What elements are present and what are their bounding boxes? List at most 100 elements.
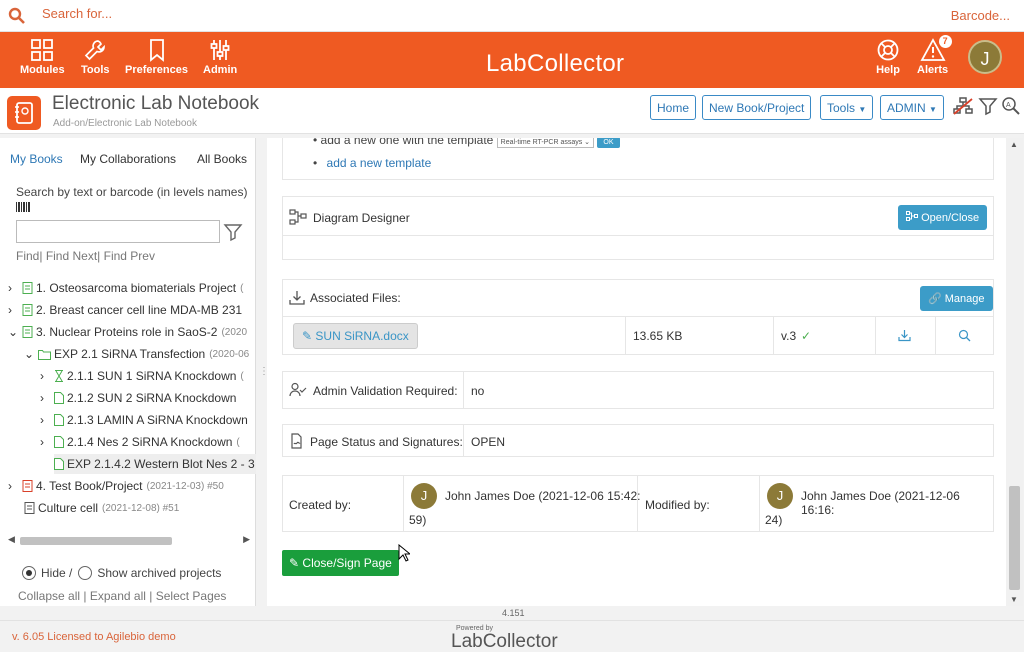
tree-item[interactable]: › 2.1.4 Nes 2 SiRNA Knockdown( bbox=[40, 432, 240, 452]
show-archived-label: Show archived projects bbox=[97, 566, 222, 580]
associated-files-title: Associated Files: bbox=[310, 291, 401, 305]
page-title: Electronic Lab Notebook bbox=[52, 93, 260, 114]
scroll-up-icon[interactable]: ▲ bbox=[1010, 140, 1018, 149]
page-icon bbox=[54, 414, 64, 426]
divider bbox=[759, 476, 760, 531]
scrollbar-thumb[interactable] bbox=[1009, 486, 1020, 590]
tree-item[interactable]: ⌄ 3. Nuclear Proteins role in SaoS-2 (2020 bbox=[8, 322, 247, 342]
tree-search-input[interactable] bbox=[16, 220, 220, 243]
breadcrumb[interactable]: Add-on/Electronic Lab Notebook bbox=[53, 118, 197, 129]
template-ok-button[interactable]: OK bbox=[597, 138, 620, 148]
find-next-link[interactable]: Find Next| bbox=[46, 249, 100, 263]
page-icon bbox=[54, 458, 64, 470]
chevron-right-icon[interactable]: › bbox=[40, 435, 50, 449]
tab-my-collaborations[interactable]: My Collaborations bbox=[80, 152, 176, 166]
select-pages-link[interactable]: Select Pages bbox=[156, 589, 227, 603]
archive-toggle: Hide / Show archived projects bbox=[22, 566, 221, 580]
admin-validation-value: no bbox=[471, 384, 485, 398]
alerts-count-badge: 7 bbox=[938, 35, 952, 48]
search-icon[interactable] bbox=[958, 329, 971, 342]
home-button[interactable]: Home bbox=[650, 95, 697, 120]
new-book-project-button[interactable]: New Book/Project bbox=[702, 95, 812, 120]
bullet: • bbox=[313, 138, 318, 147]
user-avatar[interactable]: J bbox=[968, 40, 1002, 74]
barcode-icon bbox=[16, 202, 30, 212]
tab-my-books[interactable]: My Books bbox=[10, 152, 63, 166]
content-vertical-scrollbar[interactable]: ▲ ▼ bbox=[1006, 138, 1023, 606]
nav-admin-label: Admin bbox=[203, 64, 238, 76]
modified-by-label: Modified by: bbox=[645, 498, 710, 512]
signatures-row: Created by: J John James Doe (2021-12-06… bbox=[282, 475, 994, 532]
nav-modules-button[interactable]: Modules bbox=[20, 38, 65, 76]
tree-filter-icon[interactable] bbox=[223, 222, 243, 242]
find-prev-link[interactable]: Find Prev bbox=[104, 249, 155, 263]
notebook-sidebar: My Books My Collaborations All Books Sea… bbox=[0, 138, 256, 606]
hierarchy-off-icon[interactable] bbox=[953, 96, 973, 116]
chevron-right-icon[interactable]: › bbox=[8, 281, 18, 295]
nav-preferences-label: Preferences bbox=[125, 64, 188, 76]
tree-item[interactable]: › 1. Osteosarcoma biomaterials Project( bbox=[8, 278, 243, 298]
show-archived-radio[interactable] bbox=[78, 566, 93, 580]
scroll-down-icon[interactable]: ▼ bbox=[1010, 595, 1018, 604]
tree-item-selected[interactable]: EXP 2.1.4.2 Western Blot Nes 2 - 3 bbox=[54, 454, 256, 474]
chevron-right-icon[interactable]: › bbox=[40, 391, 50, 405]
tree-actions: Collapse all | Expand all | Select Pages bbox=[18, 589, 226, 603]
page-footer: v. 6.05 Licensed to Agilebio demo Powere… bbox=[0, 620, 1024, 652]
chevron-right-icon[interactable]: › bbox=[40, 369, 50, 383]
nav-alerts-button[interactable]: 7 Alerts bbox=[917, 35, 952, 76]
bookmark-icon bbox=[149, 39, 164, 62]
nav-admin-button[interactable]: Admin bbox=[203, 38, 237, 76]
hide-archived-radio[interactable] bbox=[22, 566, 36, 580]
filter-icon[interactable] bbox=[978, 96, 998, 116]
notebook-app-icon bbox=[7, 96, 41, 130]
admin-dropdown-button[interactable]: ADMIN ▼ bbox=[880, 95, 944, 120]
search-icon[interactable] bbox=[8, 7, 26, 25]
collapse-all-link[interactable]: Collapse all bbox=[18, 589, 80, 603]
page-icon bbox=[54, 436, 64, 448]
tree-item-meta: ( bbox=[240, 370, 244, 382]
file-link[interactable]: ✎ SUN SiRNA.docx bbox=[293, 323, 418, 349]
close-sign-page-button[interactable]: ✎ Close/Sign Page bbox=[282, 550, 399, 576]
book-red-icon bbox=[22, 480, 33, 492]
chevron-right-icon[interactable]: › bbox=[8, 303, 18, 317]
close-sign-label: Close/Sign Page bbox=[302, 556, 392, 570]
page-status-row: Page Status and Signatures: OPEN bbox=[282, 424, 994, 457]
chevron-right-icon[interactable]: › bbox=[8, 479, 18, 493]
add-template-link[interactable]: add a new template bbox=[327, 156, 432, 170]
expand-all-link[interactable]: Expand all bbox=[90, 589, 146, 603]
tab-all-books[interactable]: All Books bbox=[197, 152, 247, 166]
scroll-right-icon[interactable]: ▶ bbox=[243, 534, 250, 545]
chevron-right-icon[interactable]: › bbox=[40, 413, 50, 427]
tree-item[interactable]: Culture cell (2021-12-08) #51 bbox=[24, 498, 179, 518]
search-advanced-icon[interactable]: A bbox=[1001, 96, 1021, 116]
tree-item-label: 2.1.2 SUN 2 SiRNA Knockdown bbox=[67, 391, 237, 405]
tree-horizontal-scrollbar[interactable]: ◀ ▶ bbox=[8, 534, 250, 546]
manage-files-button[interactable]: 🔗 Manage bbox=[920, 286, 993, 311]
tree-item[interactable]: › 2.1.1 SUN 1 SiRNA Knockdown( bbox=[40, 366, 244, 386]
download-icon[interactable] bbox=[898, 329, 911, 342]
nav-help-button[interactable]: Help bbox=[876, 38, 900, 76]
template-select[interactable]: Real-time RT-PCR assays ⌄ bbox=[496, 138, 595, 148]
chevron-down-icon[interactable]: ⌄ bbox=[8, 325, 18, 339]
tree-item-label: 2.1.1 SUN 1 SiRNA Knockdown bbox=[67, 369, 237, 383]
find-links: Find| Find Next| Find Prev bbox=[16, 249, 155, 263]
tools-dropdown-button[interactable]: Tools ▼ bbox=[820, 95, 874, 120]
tree-item[interactable]: › 4. Test Book/Project (2021-12-03) #50 bbox=[8, 476, 224, 496]
footer-logo: LabCollector bbox=[451, 631, 558, 652]
find-link[interactable]: Find| bbox=[16, 249, 42, 263]
barcode-input[interactable]: Barcode... bbox=[951, 8, 1010, 23]
modified-by-value: John James Doe (2021-12-06 16:16: bbox=[801, 489, 960, 517]
tree-item[interactable]: › 2.1.2 SUN 2 SiRNA Knockdown bbox=[40, 388, 240, 408]
search-input[interactable]: Search for... bbox=[42, 6, 112, 21]
tree-item[interactable]: › 2. Breast cancer cell line MDA-MB 231 bbox=[8, 300, 246, 320]
nav-preferences-button[interactable]: Preferences bbox=[125, 38, 188, 76]
template-text: add a new one with the template bbox=[320, 138, 494, 147]
tree-item[interactable]: › 2.1.3 LAMIN A SiRNA Knockdown bbox=[40, 410, 252, 430]
chevron-down-icon[interactable]: ⌄ bbox=[24, 347, 34, 361]
nav-tools-button[interactable]: Tools bbox=[81, 38, 110, 76]
tree-item[interactable]: ⌄ EXP 2.1 SiRNA Transfection (2020-06 bbox=[24, 344, 249, 364]
creator-avatar: J bbox=[411, 483, 437, 509]
open-close-button[interactable]: Open/Close bbox=[898, 205, 988, 230]
scroll-left-icon[interactable]: ◀ bbox=[8, 534, 15, 545]
scrollbar-thumb[interactable] bbox=[20, 537, 172, 545]
